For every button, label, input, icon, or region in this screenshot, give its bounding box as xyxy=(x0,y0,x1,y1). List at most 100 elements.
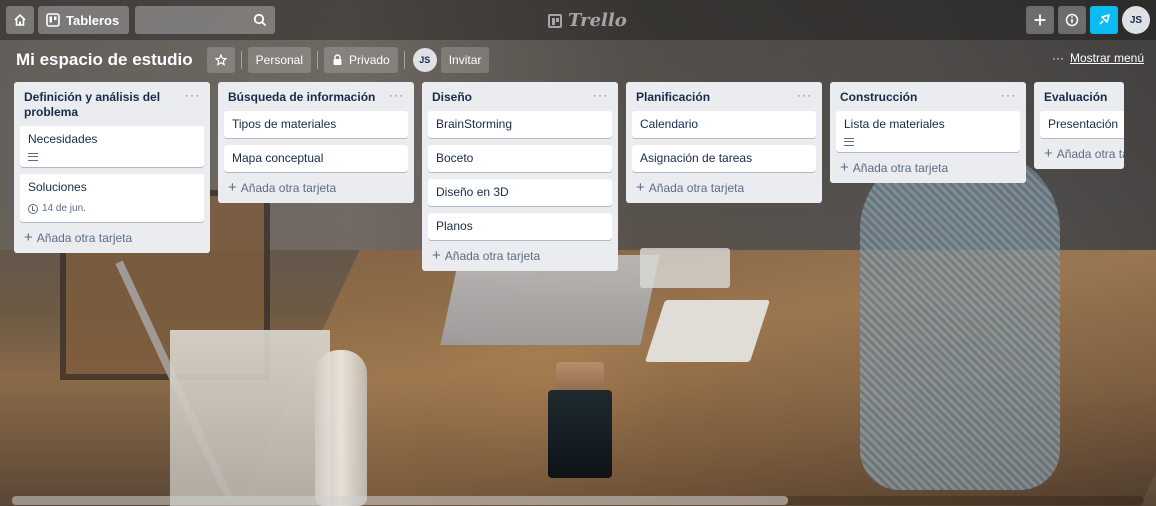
card-badges: 14 de jun. xyxy=(28,201,196,216)
plus-icon xyxy=(1034,14,1046,26)
board-title[interactable]: Mi espacio de estudio xyxy=(12,46,197,74)
card[interactable]: Presentación xyxy=(1040,111,1124,138)
list-header: Búsqueda de información ··· xyxy=(224,82,408,111)
add-card-button[interactable]: + Añada otra tarjeta xyxy=(632,179,816,197)
description-icon xyxy=(28,153,38,161)
card[interactable]: BrainStorming xyxy=(428,111,612,138)
search-input[interactable] xyxy=(135,6,276,34)
team-button[interactable]: Personal xyxy=(247,47,312,73)
lock-icon xyxy=(333,54,342,65)
visibility-button[interactable]: Privado xyxy=(324,47,398,73)
show-menu-button[interactable]: ··· Mostrar menú xyxy=(1052,51,1144,65)
plus-icon: + xyxy=(432,247,441,264)
notifications-button[interactable] xyxy=(1090,6,1118,34)
card[interactable]: Boceto xyxy=(428,145,612,172)
add-card-label: Añada otra tarjeta xyxy=(36,231,133,245)
trello-logo-text: Trello xyxy=(568,10,627,31)
clock-icon xyxy=(28,203,38,214)
bell-icon xyxy=(1099,14,1110,25)
info-button[interactable] xyxy=(1058,6,1086,34)
card[interactable]: Diseño en 3D xyxy=(428,179,612,206)
add-card-button[interactable]: + Añada otra tarjeta xyxy=(428,247,612,265)
list-menu-icon[interactable]: ··· xyxy=(797,89,812,101)
card[interactable]: Necesidades xyxy=(20,126,204,167)
list-header: Diseño ··· xyxy=(428,82,612,111)
list-header: Construcción ··· xyxy=(836,82,1020,111)
boards-icon xyxy=(46,13,60,27)
card[interactable]: Asignación de tareas xyxy=(632,145,816,172)
add-card-label: Añada otra tarjeta xyxy=(1056,147,1124,161)
add-card-label: Añada otra tarjeta xyxy=(240,181,337,195)
list-menu-icon[interactable]: ··· xyxy=(1001,89,1016,101)
add-card-button[interactable]: + Añada otra tarjeta xyxy=(836,159,1020,177)
list-title[interactable]: Construcción xyxy=(840,90,917,105)
more-icon: ··· xyxy=(1051,51,1064,65)
add-card-button[interactable]: + Añada otra tarjeta xyxy=(1040,145,1124,163)
search-icon xyxy=(254,13,267,27)
info-icon xyxy=(1065,13,1079,27)
list-planificacion[interactable]: Planificación ··· Calendario Asignación … xyxy=(626,82,822,203)
add-card-button[interactable]: + Añada otra tarjeta xyxy=(20,229,204,247)
list-construccion[interactable]: Construcción ··· Lista de materiales + A… xyxy=(830,82,1026,183)
background-cabinet xyxy=(170,330,330,506)
home-button[interactable] xyxy=(6,6,34,34)
list-title[interactable]: Evaluación xyxy=(1044,90,1107,105)
list-title[interactable]: Planificación xyxy=(636,90,710,105)
card[interactable]: Soluciones 14 de jun. xyxy=(20,174,204,222)
board-lists: Definición y análisis del problema ··· N… xyxy=(14,82,1124,271)
plus-icon: + xyxy=(228,179,237,196)
board-member-avatar[interactable]: JS xyxy=(412,48,437,72)
card-title: Diseño en 3D xyxy=(436,185,509,199)
list-busqueda[interactable]: Búsqueda de información ··· Tipos de mat… xyxy=(218,82,414,203)
add-card-label: Añada otra tarjeta xyxy=(444,249,541,263)
add-card-label: Añada otra tarjeta xyxy=(648,181,745,195)
invite-button[interactable]: Invitar xyxy=(440,47,490,73)
list-diseno[interactable]: Diseño ··· BrainStorming Boceto Diseño e… xyxy=(422,82,618,271)
trello-logo-icon xyxy=(548,13,562,28)
background-keyboard xyxy=(644,300,771,362)
show-menu-label: Mostrar menú xyxy=(1069,51,1144,65)
boards-button[interactable]: Tableros xyxy=(38,6,130,34)
add-card-label: Añada otra tarjeta xyxy=(852,161,949,175)
card[interactable]: Lista de materiales xyxy=(836,111,1020,152)
card[interactable]: Tipos de materiales xyxy=(224,111,408,138)
background-vase xyxy=(315,350,367,506)
star-button[interactable] xyxy=(206,47,235,73)
list-header: Evaluación xyxy=(1040,82,1124,111)
card[interactable]: Planos xyxy=(428,213,612,240)
add-card-button[interactable]: + Añada otra tarjeta xyxy=(224,179,408,197)
card-title: BrainStorming xyxy=(436,117,513,131)
card-title: Tipos de materiales xyxy=(232,117,337,131)
card-title: Soluciones xyxy=(28,180,87,194)
background-diffuser xyxy=(548,390,612,478)
list-title[interactable]: Definición y análisis del problema xyxy=(24,90,185,120)
header-divider xyxy=(240,51,242,69)
topbar-right-actions: JS xyxy=(1026,6,1150,34)
list-evaluacion[interactable]: Evaluación Presentación + Añada otra tar… xyxy=(1034,82,1124,169)
list-menu-icon[interactable]: ··· xyxy=(593,89,608,101)
card-badges xyxy=(844,138,1012,146)
plus-icon: + xyxy=(636,179,645,196)
list-definicion[interactable]: Definición y análisis del problema ··· N… xyxy=(14,82,210,253)
list-menu-icon[interactable]: ··· xyxy=(389,89,404,101)
board-header: Mi espacio de estudio Personal Privado J… xyxy=(0,40,1156,80)
list-title[interactable]: Búsqueda de información xyxy=(228,90,375,105)
list-menu-icon[interactable]: ··· xyxy=(185,89,200,101)
create-button[interactable] xyxy=(1026,6,1054,34)
user-avatar[interactable]: JS xyxy=(1122,6,1150,34)
list-title[interactable]: Diseño xyxy=(432,90,472,105)
card-title: Necesidades xyxy=(28,132,98,146)
card[interactable]: Mapa conceptual xyxy=(224,145,408,172)
horizontal-scrollbar-thumb[interactable] xyxy=(12,496,788,505)
star-icon xyxy=(214,54,227,66)
list-header: Definición y análisis del problema ··· xyxy=(20,82,204,126)
card-badges xyxy=(28,153,196,161)
card-title: Asignación de tareas xyxy=(640,151,753,165)
card[interactable]: Calendario xyxy=(632,111,816,138)
invite-label: Invitar xyxy=(448,53,482,67)
visibility-label: Privado xyxy=(349,53,390,67)
card-title: Planos xyxy=(436,219,473,233)
list-header: Planificación ··· xyxy=(632,82,816,111)
trello-logo[interactable]: Trello xyxy=(548,10,627,31)
header-divider xyxy=(403,51,405,69)
